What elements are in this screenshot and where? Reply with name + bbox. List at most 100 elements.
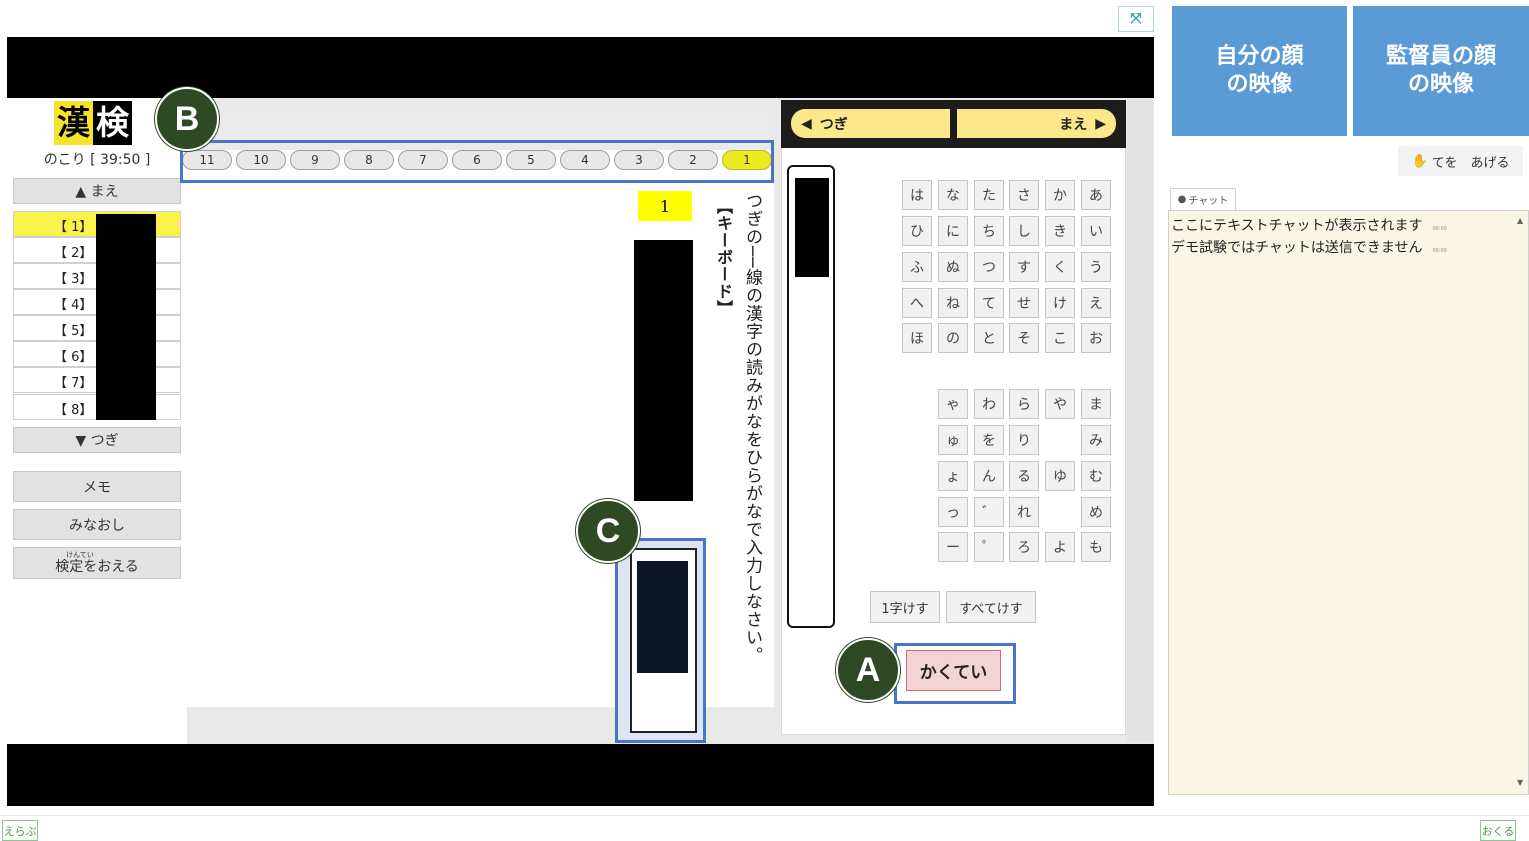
key-ri[interactable]: り [1009, 425, 1039, 455]
delete-all-button[interactable]: すべてけす [946, 591, 1036, 623]
key-ki[interactable]: き [1045, 216, 1075, 246]
question-item-label: 【 2】 [54, 246, 93, 261]
key-mo[interactable]: も [1081, 532, 1111, 562]
next-question-button[interactable]: ▼ つぎ [13, 427, 181, 453]
question-number: 1 [638, 191, 692, 221]
key-so[interactable]: そ [1009, 323, 1039, 353]
key-ta[interactable]: た [974, 180, 1004, 210]
key-n[interactable]: ん [974, 461, 1004, 491]
key-ka[interactable]: か [1045, 180, 1075, 210]
key-long-vowel[interactable]: ー [938, 532, 968, 562]
proctor-video-label-2: の映像 [1407, 72, 1474, 97]
key-i[interactable]: い [1081, 216, 1111, 246]
key-fu[interactable]: ふ [902, 252, 932, 282]
self-video: 自分の顔 の映像 [1172, 6, 1347, 136]
key-to[interactable]: と [974, 323, 1004, 353]
review-button[interactable]: みなおし [13, 509, 181, 540]
key-u[interactable]: う [1081, 252, 1111, 282]
key-re[interactable]: れ [1009, 497, 1039, 527]
footer-divider [0, 815, 1529, 816]
key-me[interactable]: め [1081, 497, 1111, 527]
chat-tab[interactable]: ● チャット [1170, 188, 1236, 210]
key-ru[interactable]: る [1009, 461, 1039, 491]
hand-icon: ✋ [1411, 153, 1428, 169]
key-tsu[interactable]: つ [974, 252, 1004, 282]
finish-ruby: けんてい [66, 551, 94, 559]
key-ho[interactable]: ほ [902, 323, 932, 353]
key-ra[interactable]: ら [1009, 389, 1039, 419]
keyboard-label: 【キーボード】 [714, 198, 733, 317]
kana-input-content [795, 178, 829, 277]
confirm-button[interactable]: かくてい [906, 650, 1001, 691]
finish-label: 検定をおえる [55, 559, 139, 575]
prev-question-button[interactable]: ▲ まえ [13, 178, 181, 204]
key-ha[interactable]: は [902, 180, 932, 210]
left-panel: 漢 検 のこり [ 39:50 ] ▲ まえ 【 1】 【 2】 【 3】 【 … [7, 98, 187, 744]
key-shi[interactable]: し [1009, 216, 1039, 246]
key-ke[interactable]: け [1045, 288, 1075, 318]
key-wa[interactable]: わ [974, 389, 1004, 419]
key-small-tsu[interactable]: っ [938, 497, 968, 527]
self-video-label-2: の映像 [1226, 72, 1293, 97]
delete-one-button[interactable]: 1字けす [870, 591, 940, 623]
key-mu[interactable]: む [1081, 461, 1111, 491]
question-item-label: 【 3】 [54, 272, 93, 287]
key-se[interactable]: せ [1009, 288, 1039, 318]
key-small-yu[interactable]: ゅ [938, 425, 968, 455]
question-item-label: 【 7】 [54, 376, 93, 391]
raise-hand-label: てを あげる [1431, 155, 1510, 171]
key-small-yo[interactable]: ょ [938, 461, 968, 491]
keyboard-next-label: つぎ [819, 116, 848, 133]
key-dakuten[interactable]: ゛ [974, 497, 1004, 527]
key-e[interactable]: え [1081, 288, 1111, 318]
caret-right-icon: ▶ [1095, 115, 1106, 132]
key-ni[interactable]: に [938, 216, 968, 246]
key-no[interactable]: の [938, 323, 968, 353]
key-o[interactable]: お [1081, 323, 1111, 353]
key-nu[interactable]: ぬ [938, 252, 968, 282]
chat-message-text: デモ試験ではチャットは送信できません [1171, 240, 1423, 256]
key-he[interactable]: へ [902, 288, 932, 318]
chat-scroll-up-icon[interactable]: ▲ [1517, 216, 1523, 225]
key-chi[interactable]: ち [974, 216, 1004, 246]
key-wo[interactable]: を [974, 425, 1004, 455]
key-na[interactable]: な [938, 180, 968, 210]
finish-exam-button[interactable]: けんてい 検定をおえる [13, 547, 181, 579]
chat-message: デモ試験ではチャットは送信できません 00:00 [1171, 237, 1447, 257]
main-scrollbar[interactable] [1127, 100, 1153, 742]
proctor-video: 監督員の顔 の映像 [1353, 6, 1529, 136]
expand-button[interactable]: ⤧ [1118, 6, 1154, 32]
chat-message-text: ここにテキストチャットが表示されます [1171, 218, 1423, 234]
memo-button[interactable]: メモ [13, 471, 181, 502]
key-small-ya[interactable]: ゃ [938, 389, 968, 419]
key-hi[interactable]: ひ [902, 216, 932, 246]
logo-char-1: 漢 [54, 101, 93, 145]
chat-tab-label: チャット [1188, 196, 1229, 207]
key-ya[interactable]: や [1045, 389, 1075, 419]
key-sa[interactable]: さ [1009, 180, 1039, 210]
select-button[interactable]: えらぶ [2, 820, 38, 841]
keyboard-next-button[interactable]: ◀ つぎ [791, 109, 950, 138]
raise-hand-button[interactable]: ✋ てを あげる [1398, 146, 1523, 176]
key-yo[interactable]: よ [1045, 532, 1075, 562]
key-ne[interactable]: ね [938, 288, 968, 318]
chat-scroll-down-icon[interactable]: ▼ [1517, 778, 1523, 787]
key-a[interactable]: あ [1081, 180, 1111, 210]
question-instruction: つぎの──線の漢字の読みがなをひらがなで入力しなさい。 [742, 192, 762, 665]
key-ku[interactable]: く [1045, 252, 1075, 282]
key-mi[interactable]: み [1081, 425, 1111, 455]
self-video-label-1: 自分の顔 [1215, 44, 1304, 69]
callout-c: C [576, 499, 640, 563]
key-ma[interactable]: ま [1081, 389, 1111, 419]
keyboard-prev-button[interactable]: まえ ▶ [957, 109, 1116, 138]
send-button[interactable]: おくる [1480, 820, 1516, 841]
key-te[interactable]: て [974, 288, 1004, 318]
key-su[interactable]: す [1009, 252, 1039, 282]
key-handakuten[interactable]: ゜ [974, 532, 1004, 562]
callout-b: B [155, 87, 219, 151]
answer-content [637, 561, 688, 673]
key-yu[interactable]: ゆ [1045, 461, 1075, 491]
key-ko[interactable]: こ [1045, 323, 1075, 353]
key-ro[interactable]: ろ [1009, 532, 1039, 562]
tabs-highlight-outline [180, 140, 774, 183]
